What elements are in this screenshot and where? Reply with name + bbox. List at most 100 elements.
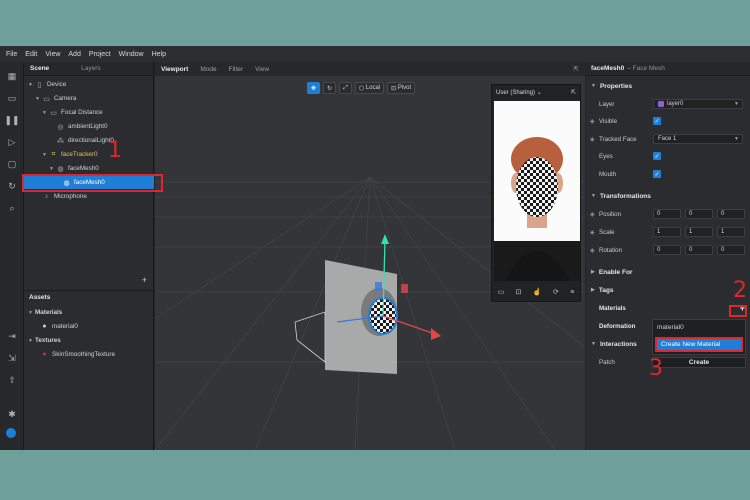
section-tags[interactable]: ▶ Tags bbox=[586, 284, 750, 296]
menu-project[interactable]: Project bbox=[89, 51, 111, 58]
local-label: Local bbox=[365, 85, 381, 91]
chevron-down-icon[interactable]: ▼ bbox=[28, 310, 35, 316]
section-properties[interactable]: ▼ Properties bbox=[586, 80, 750, 92]
add-object-button[interactable]: + bbox=[142, 275, 147, 285]
layer-value: layer0 bbox=[667, 101, 684, 107]
viewport[interactable]: Viewport Mode Filter View ⇱ ✥ ↻ ⤢ ⬡ Loca… bbox=[155, 62, 585, 450]
menu-add[interactable]: Add bbox=[68, 51, 80, 58]
menu-view[interactable]: View bbox=[45, 51, 60, 58]
scale-z-input[interactable]: 1 bbox=[717, 227, 745, 237]
asset-texture[interactable]: ● SkinSmoothingTexture bbox=[24, 348, 154, 361]
scale-x-input[interactable]: 1 bbox=[653, 227, 681, 237]
chevron-down-icon[interactable]: ▼ bbox=[35, 96, 42, 102]
position-z-input[interactable]: 0 bbox=[717, 209, 745, 219]
tree-item-device[interactable]: ▼ ▯ Device bbox=[24, 78, 154, 91]
gizmo-y-arrow[interactable] bbox=[381, 234, 389, 244]
menu-file[interactable]: File bbox=[6, 51, 17, 58]
tab-layers[interactable]: Layers bbox=[75, 65, 107, 72]
layout-icon[interactable]: ▦ bbox=[6, 70, 18, 82]
tree-item-label: ambientLight0 bbox=[68, 123, 108, 130]
chevron-down-icon[interactable]: ▼ bbox=[28, 82, 35, 88]
local-toggle-button[interactable]: ⬡ Local bbox=[354, 82, 385, 94]
rotation-z-input[interactable]: 0 bbox=[717, 245, 745, 255]
record-icon[interactable]: ▭ bbox=[498, 288, 505, 296]
rotation-x-input[interactable]: 0 bbox=[653, 245, 681, 255]
gizmo-x-arrow[interactable] bbox=[431, 328, 441, 340]
position-x-input[interactable]: 0 bbox=[653, 209, 681, 219]
scale-y-input[interactable]: 1 bbox=[685, 227, 713, 237]
tree-item-camera[interactable]: ▼ ▭ Camera bbox=[24, 92, 154, 105]
tree-item-face-tracker[interactable]: ▼ ⌗ faceTracker0 bbox=[24, 148, 154, 161]
device-select[interactable]: User (Sharing) ⌄ bbox=[496, 89, 542, 96]
search-icon[interactable]: ⌕ bbox=[6, 202, 18, 214]
section-label: Tags bbox=[598, 286, 614, 294]
rotate-tool-button[interactable]: ↻ bbox=[323, 82, 337, 94]
keyframe-icon[interactable]: ◈ bbox=[590, 136, 595, 143]
menu-help[interactable]: Help bbox=[152, 51, 166, 58]
move-tool-button[interactable]: ✥ bbox=[307, 82, 321, 94]
asset-material[interactable]: ● material0 bbox=[24, 320, 154, 333]
assets-materials-folder[interactable]: ▼ Materials bbox=[24, 306, 154, 319]
mouth-label: Mouth bbox=[599, 170, 617, 178]
tree-item-ambient-light[interactable]: ◎ ambientLight0 bbox=[24, 120, 154, 133]
section-transformations[interactable]: ▼ Transformations bbox=[586, 190, 750, 202]
tab-scene[interactable]: Scene bbox=[24, 65, 55, 72]
annotation-label-step3: 3 bbox=[649, 356, 663, 381]
chevron-right-icon: ▶ bbox=[591, 287, 595, 293]
chevron-down-icon[interactable]: ▼ bbox=[49, 166, 56, 172]
eyes-row: Eyes ✓ bbox=[586, 150, 750, 162]
tree-item-focal-distance[interactable]: ▼ ▭ Focal Distance bbox=[24, 106, 154, 119]
properties-panel: faceMesh0 – Face Mesh ▼ Properties Layer … bbox=[586, 62, 750, 450]
visible-checkbox[interactable]: ✓ bbox=[653, 117, 661, 125]
gizmo-plane-handle[interactable] bbox=[375, 282, 382, 291]
notification-icon[interactable] bbox=[6, 428, 16, 438]
popout-icon[interactable]: ⇱ bbox=[571, 89, 576, 96]
mouth-row: Mouth ✓ bbox=[586, 168, 750, 180]
eyes-checkbox[interactable]: ✓ bbox=[653, 152, 661, 160]
device-preview-icon[interactable]: ▢ bbox=[6, 158, 18, 170]
menu-window[interactable]: Window bbox=[119, 51, 144, 58]
touch-icon[interactable]: ☝ bbox=[533, 288, 542, 296]
screenshot-icon[interactable]: ⊡ bbox=[516, 288, 522, 296]
materials-row: Materials + bbox=[586, 302, 750, 314]
device-preview[interactable]: User (Sharing) ⌄ ⇱ ▭ ⊡ ☝ ⟳ ≡ bbox=[491, 84, 581, 302]
menu-icon[interactable]: ≡ bbox=[570, 289, 574, 296]
keyframe-icon[interactable]: ◈ bbox=[590, 247, 595, 254]
upload-icon[interactable]: ⇧ bbox=[6, 374, 18, 386]
material-sphere-icon: ● bbox=[42, 323, 47, 330]
bug-icon[interactable]: ✱ bbox=[6, 408, 18, 420]
asset-label: material0 bbox=[52, 323, 78, 330]
chevron-down-icon[interactable]: ▼ bbox=[28, 338, 35, 344]
section-enable-for[interactable]: ▶ Enable For bbox=[586, 266, 750, 278]
assets-textures-folder[interactable]: ▼ Textures bbox=[24, 334, 154, 347]
export-icon[interactable]: ⇥ bbox=[6, 330, 18, 342]
keyframe-icon[interactable]: ◈ bbox=[590, 118, 595, 125]
pivot-toggle-button[interactable]: ⊡ Pivot bbox=[387, 82, 416, 94]
video-icon[interactable]: ▭ bbox=[6, 92, 18, 104]
play-icon[interactable]: ▷ bbox=[6, 136, 18, 148]
login-icon[interactable]: ⇲ bbox=[6, 352, 18, 364]
rotate-device-icon[interactable]: ⟳ bbox=[553, 288, 559, 296]
keyframe-icon[interactable]: ◈ bbox=[590, 211, 595, 218]
tree-item-label: faceMesh0 bbox=[68, 165, 99, 172]
rotation-y-input[interactable]: 0 bbox=[685, 245, 713, 255]
position-y-input[interactable]: 0 bbox=[685, 209, 713, 219]
chevron-down-icon[interactable]: ▼ bbox=[42, 152, 49, 158]
pause-icon[interactable]: ❚❚ bbox=[4, 114, 19, 126]
folder-label: Materials bbox=[35, 309, 63, 316]
menu-edit[interactable]: Edit bbox=[25, 51, 37, 58]
layer-select[interactable]: layer0 ▼ bbox=[653, 99, 743, 109]
gizmo-plane-handle[interactable] bbox=[401, 284, 408, 293]
create-new-material-option[interactable]: Create New Material bbox=[655, 337, 743, 352]
tracked-face-select[interactable]: Face 1 ▼ bbox=[653, 134, 743, 144]
sync-icon[interactable]: ↻ bbox=[6, 180, 18, 192]
keyframe-icon[interactable]: ◈ bbox=[590, 229, 595, 236]
chevron-down-icon[interactable]: ▼ bbox=[42, 110, 49, 116]
tree-item-directional-light[interactable]: ⁂ directionalLight0 bbox=[24, 134, 154, 147]
create-patch-button[interactable]: Create bbox=[652, 357, 746, 368]
dropdown-item-material[interactable]: material0 bbox=[653, 320, 745, 334]
pivot-label: Pivot bbox=[397, 85, 412, 91]
scale-tool-button[interactable]: ⤢ bbox=[339, 82, 352, 94]
material-dropdown: material0 Create New Material bbox=[652, 319, 746, 355]
mouth-checkbox[interactable]: ✓ bbox=[653, 170, 661, 178]
